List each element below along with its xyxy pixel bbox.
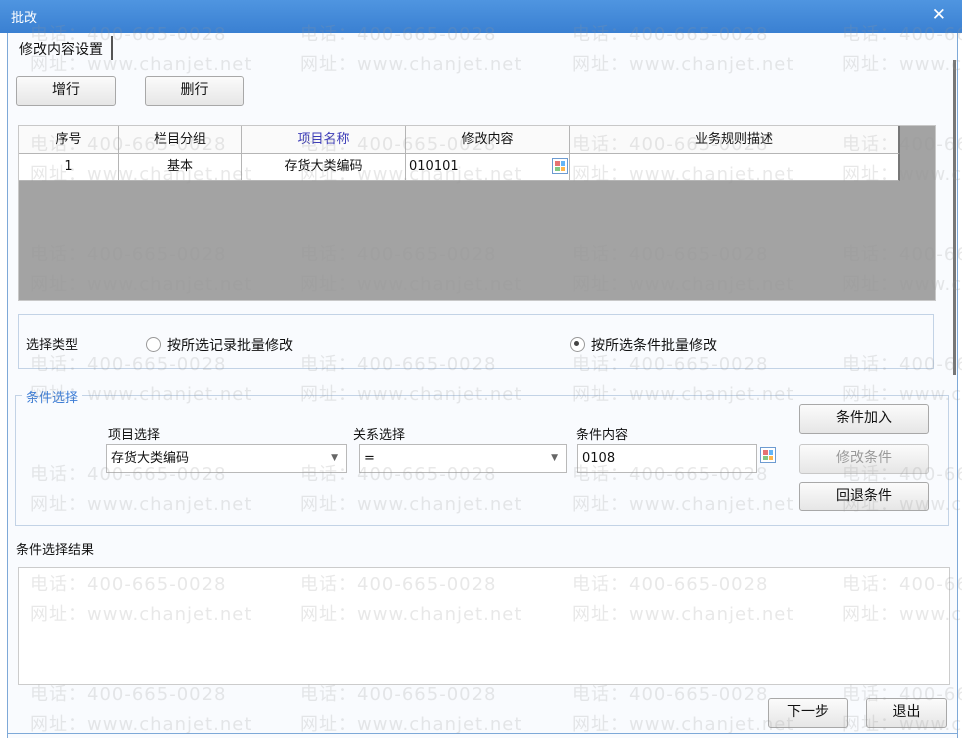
condition-content-input[interactable]: 0108 <box>577 444 757 473</box>
next-step-button[interactable]: 下一步 <box>768 698 848 728</box>
cell-modify-content[interactable]: 010101 <box>406 154 570 181</box>
background-window-edge <box>0 33 7 738</box>
condition-result-textarea[interactable] <box>18 567 950 685</box>
cell-group[interactable]: 基本 <box>119 154 242 181</box>
relation-select-label: 关系选择 <box>353 428 406 443</box>
title-bar: 批改 ✕ <box>0 0 962 33</box>
cell-item-name[interactable]: 存货大类编码 <box>242 154 406 181</box>
condition-result-label: 条件选择结果 <box>16 543 95 558</box>
add-row-button[interactable]: 增行 <box>16 76 116 106</box>
radio-by-selected-records[interactable]: 按所选记录批量修改 <box>146 335 293 355</box>
delete-row-button[interactable]: 删行 <box>145 76 244 106</box>
tab-modify-content-settings[interactable]: 修改内容设置 <box>12 36 113 60</box>
item-select-dropdown[interactable]: 存货大类编码 ▼ <box>106 444 347 473</box>
item-select-value: 存货大类编码 <box>111 451 190 466</box>
radio-checked-icon <box>570 337 585 352</box>
cell-rule-description[interactable] <box>570 154 900 181</box>
cell-no[interactable]: 1 <box>19 154 119 181</box>
column-header-item-name[interactable]: 项目名称 <box>242 126 406 154</box>
exit-button[interactable]: 退出 <box>866 698 947 728</box>
condition-legend: 条件选择 <box>22 387 83 406</box>
radio-by-selected-conditions[interactable]: 按所选条件批量修改 <box>570 335 717 355</box>
chevron-down-icon: ▼ <box>551 453 558 463</box>
add-condition-button[interactable]: 条件加入 <box>799 404 929 434</box>
window-title: 批改 <box>11 11 38 26</box>
cell-modify-content-value: 010101 <box>409 159 459 174</box>
radio-label: 按所选记录批量修改 <box>167 338 293 354</box>
undo-condition-button[interactable]: 回退条件 <box>799 482 929 511</box>
chevron-down-icon: ▼ <box>331 453 338 463</box>
relation-select-dropdown[interactable]: = ▼ <box>359 444 567 473</box>
radio-icon <box>146 337 161 352</box>
column-header-group[interactable]: 栏目分组 <box>119 126 242 154</box>
column-header-modify-content[interactable]: 修改内容 <box>406 126 570 154</box>
item-select-label: 项目选择 <box>108 428 161 443</box>
radio-label: 按所选条件批量修改 <box>591 338 717 354</box>
close-icon[interactable]: ✕ <box>932 5 946 25</box>
column-header-rule-description[interactable]: 业务规则描述 <box>570 126 900 154</box>
selection-type-label: 选择类型 <box>26 338 79 353</box>
relation-select-value: = <box>364 451 375 466</box>
scrollbar[interactable] <box>953 60 956 375</box>
reference-picker-icon[interactable] <box>760 447 776 463</box>
data-grid: 序号 栏目分组 项目名称 修改内容 业务规则描述 1 基本 存货大类编码 010… <box>18 125 936 301</box>
dialog-bottom-border <box>7 733 958 734</box>
condition-content-label: 条件内容 <box>576 428 629 443</box>
column-header-no[interactable]: 序号 <box>19 126 119 154</box>
modify-condition-button[interactable]: 修改条件 <box>799 444 929 474</box>
reference-picker-icon[interactable] <box>552 158 568 174</box>
